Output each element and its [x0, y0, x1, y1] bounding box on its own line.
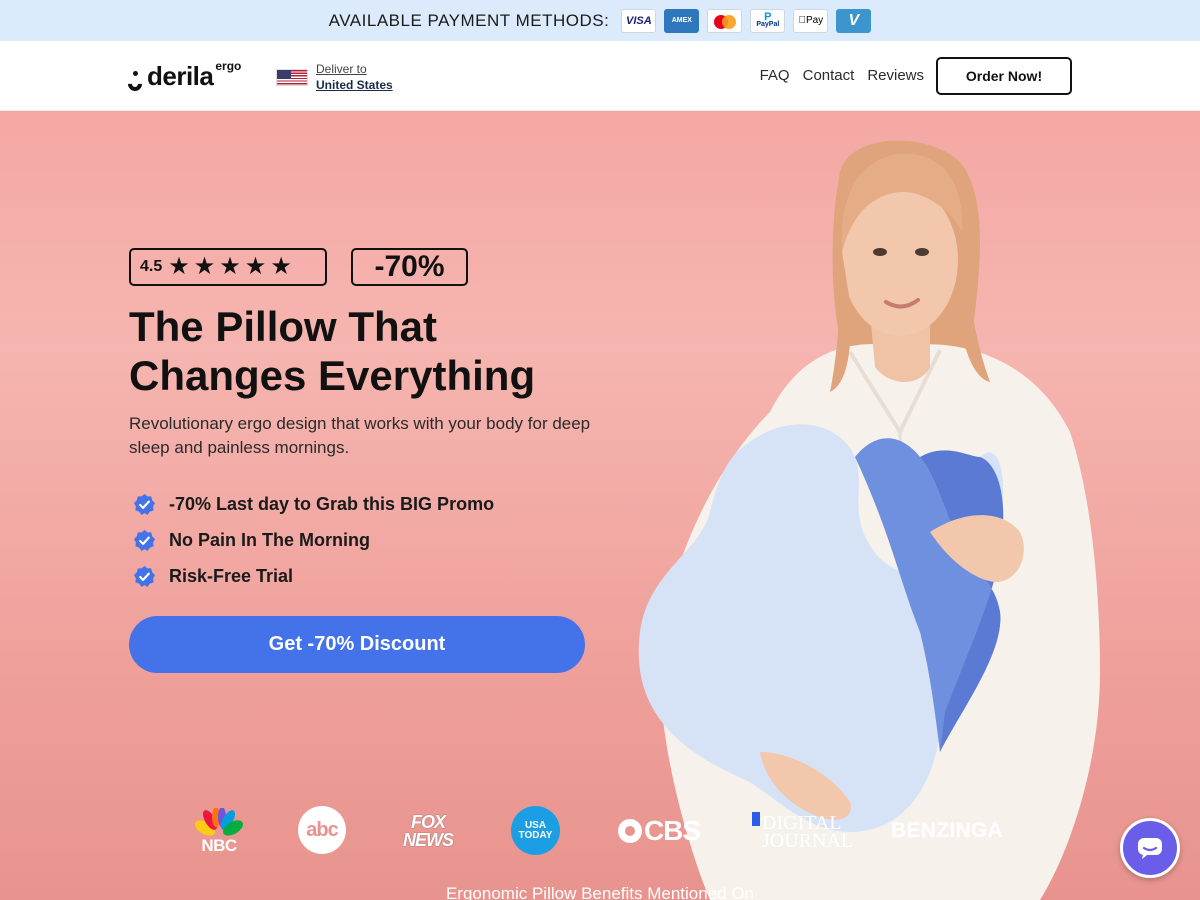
- verified-check-icon: [133, 565, 156, 587]
- nbc-logo: NBC: [194, 806, 244, 858]
- nav-link-contact[interactable]: Contact: [803, 67, 855, 84]
- press-logos: NBC abc FOX NEWS USA TODAY CBS DIGITAL J…: [0, 806, 1200, 866]
- order-now-button[interactable]: Order Now!: [936, 57, 1072, 95]
- amex-card-icon: AMEX: [664, 8, 700, 33]
- cbs-logo: CBS: [616, 812, 702, 850]
- apple-pay-label: Pay: [802, 15, 823, 26]
- discount-badge: -70%: [351, 248, 468, 286]
- payment-methods-bar: AVAILABLE PAYMENT METHODS: VISA AMEX P Pa…: [0, 0, 1200, 41]
- nav-link-faq[interactable]: FAQ: [760, 67, 790, 84]
- star-icon: ★: [219, 253, 241, 280]
- fox-news-line-1: FOX: [410, 812, 446, 832]
- digital-journal-logo: DIGITAL JOURNAL: [752, 810, 853, 854]
- nav-link-reviews[interactable]: Reviews: [867, 67, 924, 84]
- logo-wordmark: derila: [147, 61, 214, 91]
- cbs-logo-text: CBS: [643, 815, 701, 846]
- star-icon: ★: [193, 253, 216, 280]
- us-flag-icon: [276, 68, 308, 86]
- logo-superscript: ergo: [215, 59, 242, 73]
- star-icon: ★: [244, 253, 267, 280]
- verified-check-icon: [133, 529, 156, 551]
- star-icon: ★: [270, 253, 292, 280]
- benefit-item: Risk-Free Trial: [133, 558, 494, 594]
- mastercard-icon: [707, 8, 743, 33]
- nbc-peacock-icon: [195, 808, 243, 836]
- paypal-label: PayPal: [756, 20, 780, 28]
- abc-logo: abc: [298, 806, 346, 854]
- payment-methods-label: AVAILABLE PAYMENT METHODS:: [328, 10, 610, 30]
- chat-bubble-icon: [1138, 838, 1162, 859]
- chat-widget-button[interactable]: [1120, 818, 1180, 878]
- deliver-country: United States: [316, 78, 393, 92]
- apple-glyph-icon: : [798, 15, 806, 26]
- venmo-card-icon: V: [836, 8, 872, 33]
- benefits-list: -70% Last day to Grab this BIG Promo No …: [133, 486, 494, 594]
- paypal-card-icon: P PayPal: [750, 8, 786, 33]
- usa-today-line-1: USA: [524, 819, 547, 831]
- deliver-text: Deliver to United States: [316, 61, 393, 93]
- usa-today-logo: USA TODAY: [511, 806, 560, 855]
- rating-stars: ★ ★ ★ ★ ★: [168, 255, 292, 279]
- usa-today-line-2: TODAY: [518, 829, 553, 841]
- nbc-logo-text: NBC: [201, 836, 237, 855]
- hero-subtitle: Revolutionary ergo design that works wit…: [129, 414, 591, 457]
- hero-title: The Pillow That Changes Everything: [129, 302, 629, 400]
- benefit-item: No Pain In The Morning: [133, 522, 494, 558]
- deliver-to-selector[interactable]: Deliver to United States: [276, 61, 393, 93]
- rating-value: 4.5: [140, 258, 163, 275]
- hero-title-line-2: Changes Everything: [129, 352, 536, 399]
- woman-holding-pillow-image: [638, 140, 1100, 900]
- digital-journal-line-2: JOURNAL: [762, 830, 854, 852]
- cbs-eye-icon: [617, 819, 642, 843]
- star-icon: ★: [168, 253, 190, 280]
- get-discount-button[interactable]: Get -70% Discount: [129, 616, 585, 673]
- fox-news-logo: FOX NEWS: [398, 808, 458, 854]
- benefit-text: -70% Last day to Grab this BIG Promo: [169, 493, 495, 514]
- hero-section: 4.5 ★ ★ ★ ★ ★ -70% The Pillow That Chang…: [0, 112, 1200, 900]
- visa-card-icon: VISA: [621, 8, 657, 33]
- mentioned-on-caption: Ergonomic Pillow Benefits Mentioned On: [445, 884, 755, 900]
- benzinga-logo: BENZINGA: [890, 819, 1004, 842]
- hero-title-line-1: The Pillow That: [129, 303, 438, 350]
- moon-logo-icon: [125, 71, 145, 94]
- benefit-text: Risk-Free Trial: [169, 565, 294, 586]
- fox-news-line-2: NEWS: [403, 830, 454, 850]
- apple-pay-icon: Pay: [793, 8, 829, 33]
- site-header: derila ergo Deliver to United States FAQ…: [0, 41, 1200, 111]
- verified-check-icon: [133, 493, 156, 515]
- benefit-text: No Pain In The Morning: [169, 529, 370, 550]
- digital-journal-mark-icon: [752, 812, 760, 826]
- rating-badge: 4.5 ★ ★ ★ ★ ★: [129, 248, 327, 286]
- benefit-item: -70% Last day to Grab this BIG Promo: [133, 486, 494, 522]
- main-nav: FAQ Contact Reviews: [760, 67, 924, 84]
- deliver-to-label: Deliver to: [316, 62, 367, 76]
- derila-logo[interactable]: derila ergo: [125, 59, 241, 94]
